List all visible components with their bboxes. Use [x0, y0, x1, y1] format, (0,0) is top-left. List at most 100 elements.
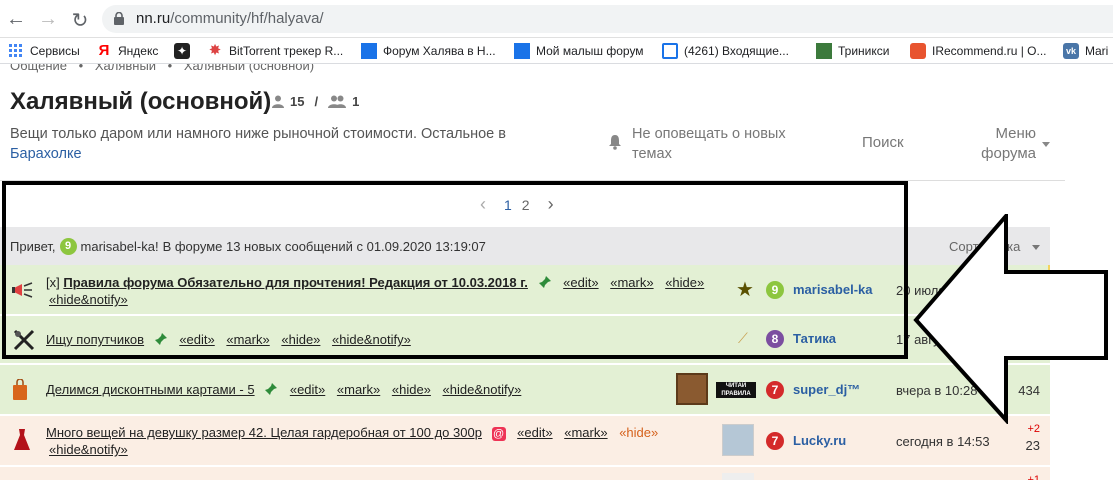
new-replies-badge: +2 [1027, 423, 1040, 435]
reply-count: 23 [1025, 438, 1040, 453]
bookmarks-bar: Сервисы Я Яндекс ✦ ✸ BitTorrent трекер R..… [0, 38, 1113, 64]
forum-menu-button[interactable]: Меню форума [976, 124, 1036, 164]
search-link[interactable]: Поиск [862, 134, 904, 151]
lock-icon [114, 12, 124, 25]
plus-box-icon: ✦ [174, 43, 190, 59]
hide-notify-link[interactable]: «hide&notify» [443, 382, 522, 397]
breadcrumb-item[interactable]: Халявный [95, 64, 156, 73]
topic-date: сегодня в 14:53 [896, 434, 990, 449]
bookmark-moy-malysh[interactable]: Мой малыш форум [514, 43, 644, 59]
bookmark-bittorrent[interactable]: ✸ BitTorrent трекер R... [207, 43, 344, 59]
trinixy-icon [816, 43, 832, 59]
author-link[interactable]: super_dj™ [793, 382, 860, 397]
tools-icon [13, 329, 35, 351]
breadcrumb-item[interactable]: Общение [10, 64, 67, 73]
topic-title-block: Ищу попутчиков «edit» «mark» «hide» «hid… [46, 331, 411, 348]
rules-badge: ЧИТАЙ ПРАВИЛА [716, 382, 756, 398]
pin-icon [154, 333, 167, 345]
topic-link[interactable]: Делимся дисконтными картами - 5 [46, 382, 255, 397]
pin-icon [265, 383, 278, 395]
topic-link[interactable]: Правила форума Обязательно для прочтения… [63, 275, 528, 290]
members-count: 15 [290, 94, 305, 109]
hide-link[interactable]: «hide» [665, 275, 704, 290]
crate-icon [676, 373, 708, 405]
breadcrumb-sep: • [167, 64, 173, 73]
forum-counters: 15 / 1 [272, 94, 359, 109]
hide-notify-link[interactable]: «hide&notify» [332, 332, 411, 347]
apps-grid-icon [9, 44, 22, 57]
next-page-icon[interactable]: › [548, 194, 554, 215]
author-link[interactable]: Татика [793, 331, 836, 346]
divider [0, 180, 1065, 181]
edit-link[interactable]: «edit» [517, 425, 552, 440]
vk-icon: vk [1063, 43, 1079, 59]
breadcrumb-sep: • [78, 64, 84, 73]
yandex-icon: Я [98, 42, 110, 59]
bookmark-blank[interactable]: ✦ [174, 43, 196, 59]
avatar: 9 [766, 281, 784, 299]
browser-toolbar: ← → ↻ nn.ru/community/hf/halyava/ [0, 0, 1113, 38]
notify-toggle[interactable]: Не оповещать о новых темах [608, 124, 808, 164]
irecommend-icon [910, 43, 926, 59]
user-avatar: 9 [59, 238, 77, 255]
megaphone-icon [12, 282, 33, 298]
topic-title-block: Много вещей на девушку размер 42. Целая … [46, 424, 658, 458]
edit-link[interactable]: «edit» [179, 332, 214, 347]
topic-row: +1 [0, 467, 1050, 480]
topic-row: Много вещей на девушку размер 42. Целая … [0, 416, 1050, 466]
topic-row: Делимся дисконтными картами - 5 «edit» «… [0, 365, 1050, 415]
bookmark-trinixy[interactable]: Триникси [816, 43, 889, 59]
topic-title-block: [x] Правила форума Обязательно для прочт… [46, 275, 705, 307]
at-icon: @ [491, 427, 506, 441]
annotation-arrow [913, 214, 1108, 424]
avatar: 8 [766, 330, 784, 348]
author-link[interactable]: marisabel-ka [793, 282, 873, 297]
chevron-down-icon [1042, 142, 1050, 147]
bookmark-forum-halyava[interactable]: Форум Халява в Н... [361, 43, 496, 59]
bookmark-services[interactable]: Сервисы [8, 43, 80, 59]
forward-icon[interactable]: → [36, 8, 60, 31]
pin-icon [538, 276, 551, 288]
bookmark-yandex[interactable]: Я Яндекс [96, 42, 159, 59]
forum-page: Общение • Халявный • Халявный (основной)… [0, 64, 1113, 480]
mark-link[interactable]: «mark» [610, 275, 653, 290]
topic-link[interactable]: Много вещей на девушку размер 42. Целая … [46, 425, 482, 440]
mark-link[interactable]: «mark» [226, 332, 269, 347]
bookmark-irecommend[interactable]: IRecommend.ru | О... [910, 43, 1047, 59]
edit-link[interactable]: «edit» [563, 275, 598, 290]
greeting-text: Привет, 9 marisabel-ka! В форуме 13 новы… [10, 238, 486, 255]
edit-link[interactable]: «edit» [290, 382, 325, 397]
hide-link[interactable]: «hide» [619, 425, 658, 440]
hide-link[interactable]: «hide» [281, 332, 320, 347]
hide-notify-link[interactable]: «hide&notify» [49, 292, 128, 307]
star-icon: ★ [736, 279, 754, 301]
mark-link[interactable]: «mark» [564, 425, 607, 440]
users-icon [328, 95, 347, 108]
bookmark-vk[interactable]: vk Mari [1063, 43, 1108, 59]
online-count: 1 [352, 94, 360, 109]
breadcrumb: Общение • Халявный • Халявный (основной) [10, 64, 322, 73]
hide-notify-link[interactable]: «hide&notify» [49, 442, 128, 457]
thumbnail-image [722, 424, 754, 456]
pagination: ‹ 1 2 › [480, 194, 554, 215]
back-icon[interactable]: ← [4, 8, 28, 31]
new-replies-badge: +1 [1027, 474, 1040, 480]
breadcrumb-item[interactable]: Халявный (основной) [184, 64, 314, 73]
url-text: nn.ru/community/hf/halyava/ [136, 10, 324, 27]
page-current[interactable]: 1 [504, 197, 512, 213]
bookmark-inbox[interactable]: (4261) Входящие... [662, 43, 789, 59]
address-bar[interactable]: nn.ru/community/hf/halyava/ [102, 5, 1113, 33]
prev-page-icon[interactable]: ‹ [480, 194, 486, 215]
greeting-bar: Привет, 9 marisabel-ka! В форуме 13 новы… [0, 227, 1050, 265]
hide-link[interactable]: «hide» [392, 382, 431, 397]
page-link[interactable]: 2 [522, 197, 530, 213]
avatar: 7 [766, 381, 784, 399]
baraholka-link[interactable]: Барахолке [10, 146, 82, 162]
mark-link[interactable]: «mark» [337, 382, 380, 397]
user-icon [272, 95, 284, 108]
topic-title-block: Делимся дисконтными картами - 5 «edit» «… [46, 381, 521, 398]
reload-icon[interactable]: ↻ [68, 8, 92, 33]
author-link[interactable]: Lucky.ru [793, 433, 846, 448]
topic-link[interactable]: Ищу попутчиков [46, 332, 144, 347]
mail-icon [662, 43, 678, 59]
